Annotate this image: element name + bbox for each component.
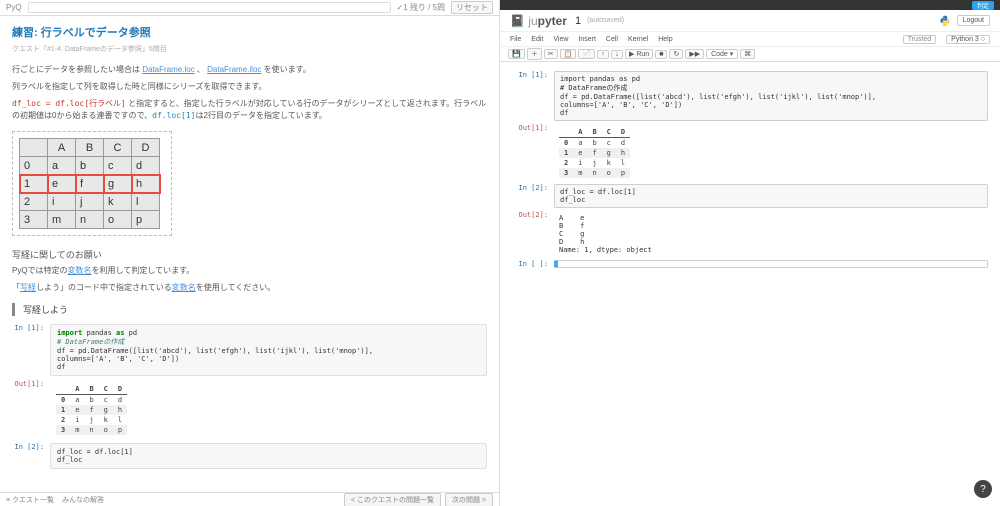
move-down-icon[interactable]: ↓ [611,50,623,59]
nb-cell-out-2: Out[2]: A e B f C g D h Name: 1, dtype: … [512,211,988,257]
menu-insert[interactable]: Insert [578,36,596,43]
pyq-logo: PyQ [6,3,22,12]
note-heading: 写経に関してのお願い [12,248,487,261]
nb-prompt-in-1: In [1]: [512,71,554,121]
restart-run-icon[interactable]: ▶▶ [685,49,704,59]
link-shakyo[interactable]: 写経 [20,283,36,292]
note-line-2: 「写経しよう」のコード中で指定されている変数名を使用してください。 [12,282,487,295]
logout-button[interactable]: Logout [957,15,990,26]
copy-icon[interactable]: 📋 [560,49,577,59]
save-icon[interactable]: 💾 [508,49,525,59]
nb-prompt-out-1: Out[1]: [512,124,554,181]
nb-code-1[interactable]: import pandas as pd # DataFrameの作成 df = … [554,71,988,121]
prev-button[interactable]: < このクエストの問題一覧 [344,493,441,506]
cut-icon[interactable]: ✂ [544,49,558,59]
kernel-indicator[interactable]: Python 3 ○ [946,35,990,44]
jupyter-logo[interactable]: 📓 jupyter [510,14,567,28]
paragraph-1: 行ごとにデータを参照したい場合は DataFrame.loc 、 DataFra… [12,64,487,77]
link-dataframe-iloc[interactable]: DataFrame.iloc [207,65,261,74]
python-icon [939,15,951,27]
autosave-text: (autosaved) [587,17,624,24]
left-pane: PyQ ✓ 1 残り / 5問 リセット 練習: 行ラベルでデータ参照 クエスト… [0,0,500,506]
move-up-icon[interactable]: ↑ [597,50,609,59]
jupyter-toolbar: 💾 ＋ ✂ 📋 📄 ↑ ↓ ▶ Run ■ ↻ ▶▶ Code ▾ ⌘ [500,46,1000,62]
note-line-1: PyQでは特定の変数名を利用して判定しています。 [12,265,487,278]
nb-prompt-in-3: In [ ]: [512,260,554,268]
link-dataframe-loc[interactable]: DataFrame.loc [142,65,194,74]
left-cell-in-1: In [1]: import pandas as pd # DataFrameの… [12,324,487,376]
right-blackbar: 判定 [500,0,1000,10]
lesson-title: 練習: 行ラベルでデータ参照 [12,24,487,40]
check-icon: ✓ [397,3,404,12]
menu-help[interactable]: Help [658,36,672,43]
left-footer: ≡ クエスト一覧 みんなの解答 < このクエストの問題一覧 次の問題 > [0,492,499,506]
paragraph-2: 列ラベルを指定して列を取得した時と同様にシリーズを取得できます。 [12,81,487,94]
code-inline-2: df.loc[1] [152,111,195,120]
code-body-2: df_loc = df.loc[1]df_loc [50,443,487,469]
judge-badge[interactable]: 判定 [972,1,994,10]
next-button[interactable]: 次の問題 > [445,493,493,506]
output-table-1: ABCD0abcd1efgh2ijkl3mnop [50,380,487,439]
menu-view[interactable]: View [553,36,568,43]
prompt-in-1: In [1]: [12,324,50,376]
search-input[interactable] [28,2,391,13]
code-inline-1: df_loc = df.loc[行ラベル] [12,99,126,108]
menu-edit[interactable]: Edit [531,36,543,43]
command-palette-icon[interactable]: ⌘ [740,49,755,59]
menu-file[interactable]: File [510,36,521,43]
shakyo-heading: 写経しよう [12,303,487,316]
prompt-in-2: In [2]: [12,443,50,469]
link-varname-2[interactable]: 変数名 [172,283,196,292]
example-table: ABCD0abcd1efgh2ijkl3mnop [19,138,160,229]
left-cell-out-1: Out[1]: ABCD0abcd1efgh2ijkl3mnop [12,380,487,439]
help-button[interactable]: ? [974,480,992,498]
trusted-badge[interactable]: Trusted [903,35,936,44]
reset-button[interactable]: リセット [451,1,493,14]
notebook-name[interactable]: 1 [575,15,581,27]
code-body-1: import pandas as pd # DataFrameの作成 df = … [50,324,487,376]
progress-text: 1 残り / 5問 [403,2,445,13]
interrupt-icon[interactable]: ■ [655,50,667,59]
nb-prompt-in-2: In [2]: [512,184,554,208]
menu-cell[interactable]: Cell [606,36,618,43]
celltype-select[interactable]: Code ▾ [706,49,738,59]
right-pane: 判定 📓 jupyter 1 (autosaved) Logout File E… [500,0,1000,506]
jupyter-menubar: File Edit View Insert Cell Kernel Help T… [500,32,1000,46]
left-topbar: PyQ ✓ 1 残り / 5問 リセット [0,0,499,16]
run-button[interactable]: ▶ Run [625,49,653,59]
nb-cell-in-3[interactable]: In [ ]: [512,260,988,268]
add-cell-icon[interactable]: ＋ [527,48,542,60]
jupyter-header: 📓 jupyter 1 (autosaved) Logout [500,10,1000,32]
paste-icon[interactable]: 📄 [578,49,595,59]
breadcrumb: クエスト「#1-4. DataFrameのデータ参照」5問目 [12,44,487,54]
nb-output-1: ABCD0abcd1efgh2ijkl3mnop [554,124,988,181]
left-cell-in-2: In [2]: df_loc = df.loc[1]df_loc [12,443,487,469]
nb-code-2[interactable]: df_loc = df.loc[1]df_loc [554,184,988,208]
quest-list-link[interactable]: ≡ クエスト一覧 [6,495,54,505]
menu-kernel[interactable]: Kernel [628,36,648,43]
nb-cell-in-1[interactable]: In [1]: import pandas as pd # DataFrameの… [512,71,988,121]
nb-prompt-out-2: Out[2]: [512,211,554,257]
lesson-body: 練習: 行ラベルでデータ参照 クエスト「#1-4. DataFrameのデータ参… [0,16,499,492]
everyone-answers-link[interactable]: みんなの解答 [62,495,104,505]
link-varname-1[interactable]: 変数名 [68,266,92,275]
paragraph-3: df_loc = df.loc[行ラベル] と指定すると、指定した行ラベルが対応… [12,98,487,124]
notebook-body[interactable]: In [1]: import pandas as pd # DataFrameの… [500,62,1000,506]
nb-cell-out-1: Out[1]: ABCD0abcd1efgh2ijkl3mnop [512,124,988,181]
nb-cell-in-2[interactable]: In [2]: df_loc = df.loc[1]df_loc [512,184,988,208]
example-table-image: ABCD0abcd1efgh2ijkl3mnop [12,131,172,236]
restart-icon[interactable]: ↻ [669,49,683,59]
prompt-out-1: Out[1]: [12,380,50,439]
nb-output-2: A e B f C g D h Name: 1, dtype: object [554,211,988,257]
nb-code-3[interactable] [554,260,988,268]
